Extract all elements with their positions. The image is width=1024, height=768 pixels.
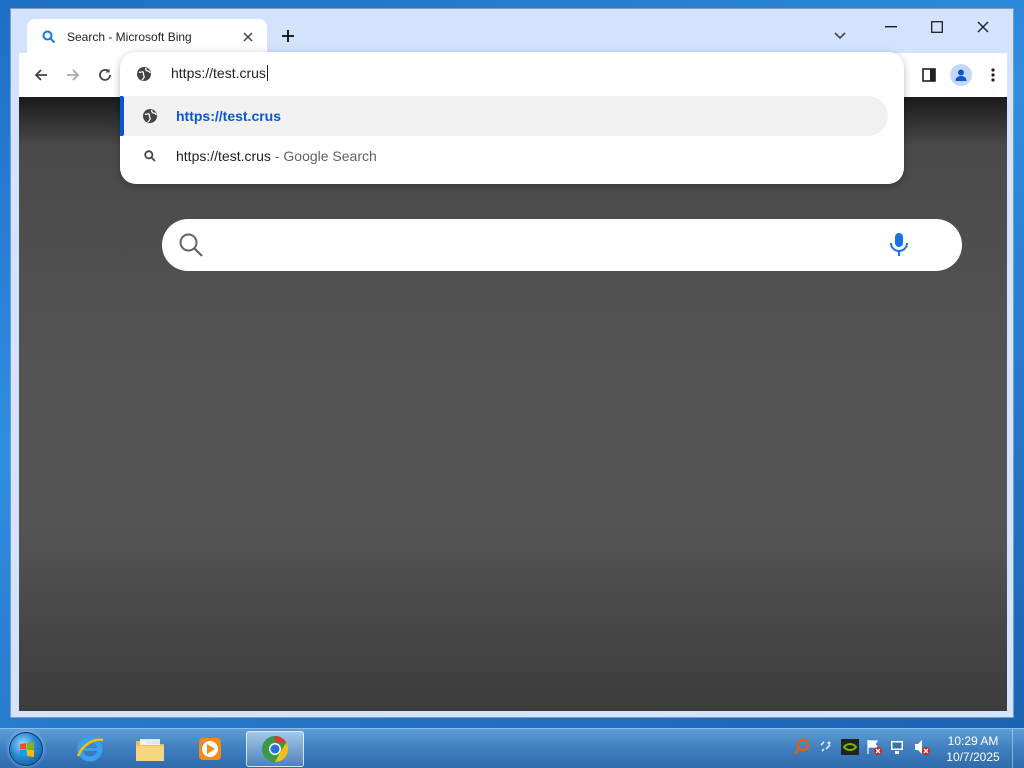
back-button[interactable] — [29, 63, 53, 87]
suggestion-search[interactable]: https://test.crus - Google Search — [120, 136, 888, 176]
network-status-icon[interactable] — [816, 737, 836, 757]
reload-button[interactable] — [93, 63, 117, 87]
new-tab-button[interactable] — [277, 25, 299, 47]
network-monitor-icon[interactable] — [888, 737, 908, 757]
system-clock[interactable]: 10:29 AM 10/7/2025 — [940, 733, 1006, 765]
internet-explorer-icon[interactable] — [62, 731, 118, 767]
chrome-icon[interactable] — [246, 731, 304, 767]
close-tab-icon[interactable] — [239, 28, 257, 46]
address-input[interactable]: https://test.crus — [171, 65, 268, 81]
flag-warning-icon[interactable] — [864, 737, 884, 757]
globe-icon — [142, 108, 158, 124]
media-player-icon[interactable] — [182, 731, 238, 767]
nvidia-icon[interactable] — [840, 737, 860, 757]
tab-title: Search - Microsoft Bing — [67, 30, 192, 44]
side-panel-icon[interactable] — [917, 63, 941, 87]
menu-dots-icon[interactable] — [981, 63, 1005, 87]
text-caret — [266, 65, 268, 81]
globe-icon — [136, 66, 152, 82]
file-explorer-icon[interactable] — [122, 731, 178, 767]
clock-time: 10:29 AM — [947, 734, 999, 748]
avatar — [950, 64, 972, 86]
address-bar[interactable]: https://test.crus — [120, 52, 904, 96]
page-content — [19, 97, 1007, 711]
clock-date: 10/7/2025 — [946, 750, 1000, 764]
forward-button[interactable] — [61, 63, 85, 87]
show-desktop-button[interactable] — [1012, 729, 1024, 768]
suggestion-url-text: https://test.crus — [176, 108, 282, 124]
page-search-box[interactable] — [162, 219, 962, 271]
search-icon — [178, 232, 204, 258]
windows-logo-icon — [9, 732, 43, 766]
suggestion-url[interactable]: https://test.crus — [120, 96, 888, 136]
microphone-icon[interactable] — [888, 232, 910, 258]
suggestion-search-text: https://test.crus - Google Search — [176, 148, 377, 164]
maximize-button[interactable] — [915, 15, 959, 39]
tab-search-chevron-icon[interactable] — [831, 27, 849, 45]
search-icon — [41, 29, 57, 45]
taskbar: 10:29 AM 10/7/2025 — [0, 728, 1024, 768]
minimize-button[interactable] — [869, 15, 913, 39]
close-window-button[interactable] — [961, 15, 1005, 39]
volume-muted-icon[interactable] — [912, 737, 932, 757]
start-button[interactable] — [6, 730, 46, 768]
security-center-icon[interactable] — [792, 737, 812, 757]
tab-bing[interactable]: Search - Microsoft Bing — [27, 19, 267, 55]
tab-strip: Search - Microsoft Bing — [11, 9, 1013, 55]
profile-button[interactable] — [949, 63, 973, 87]
search-icon — [142, 148, 158, 164]
omnibox-dropdown: https://test.crus https://test.crus http… — [120, 52, 904, 184]
